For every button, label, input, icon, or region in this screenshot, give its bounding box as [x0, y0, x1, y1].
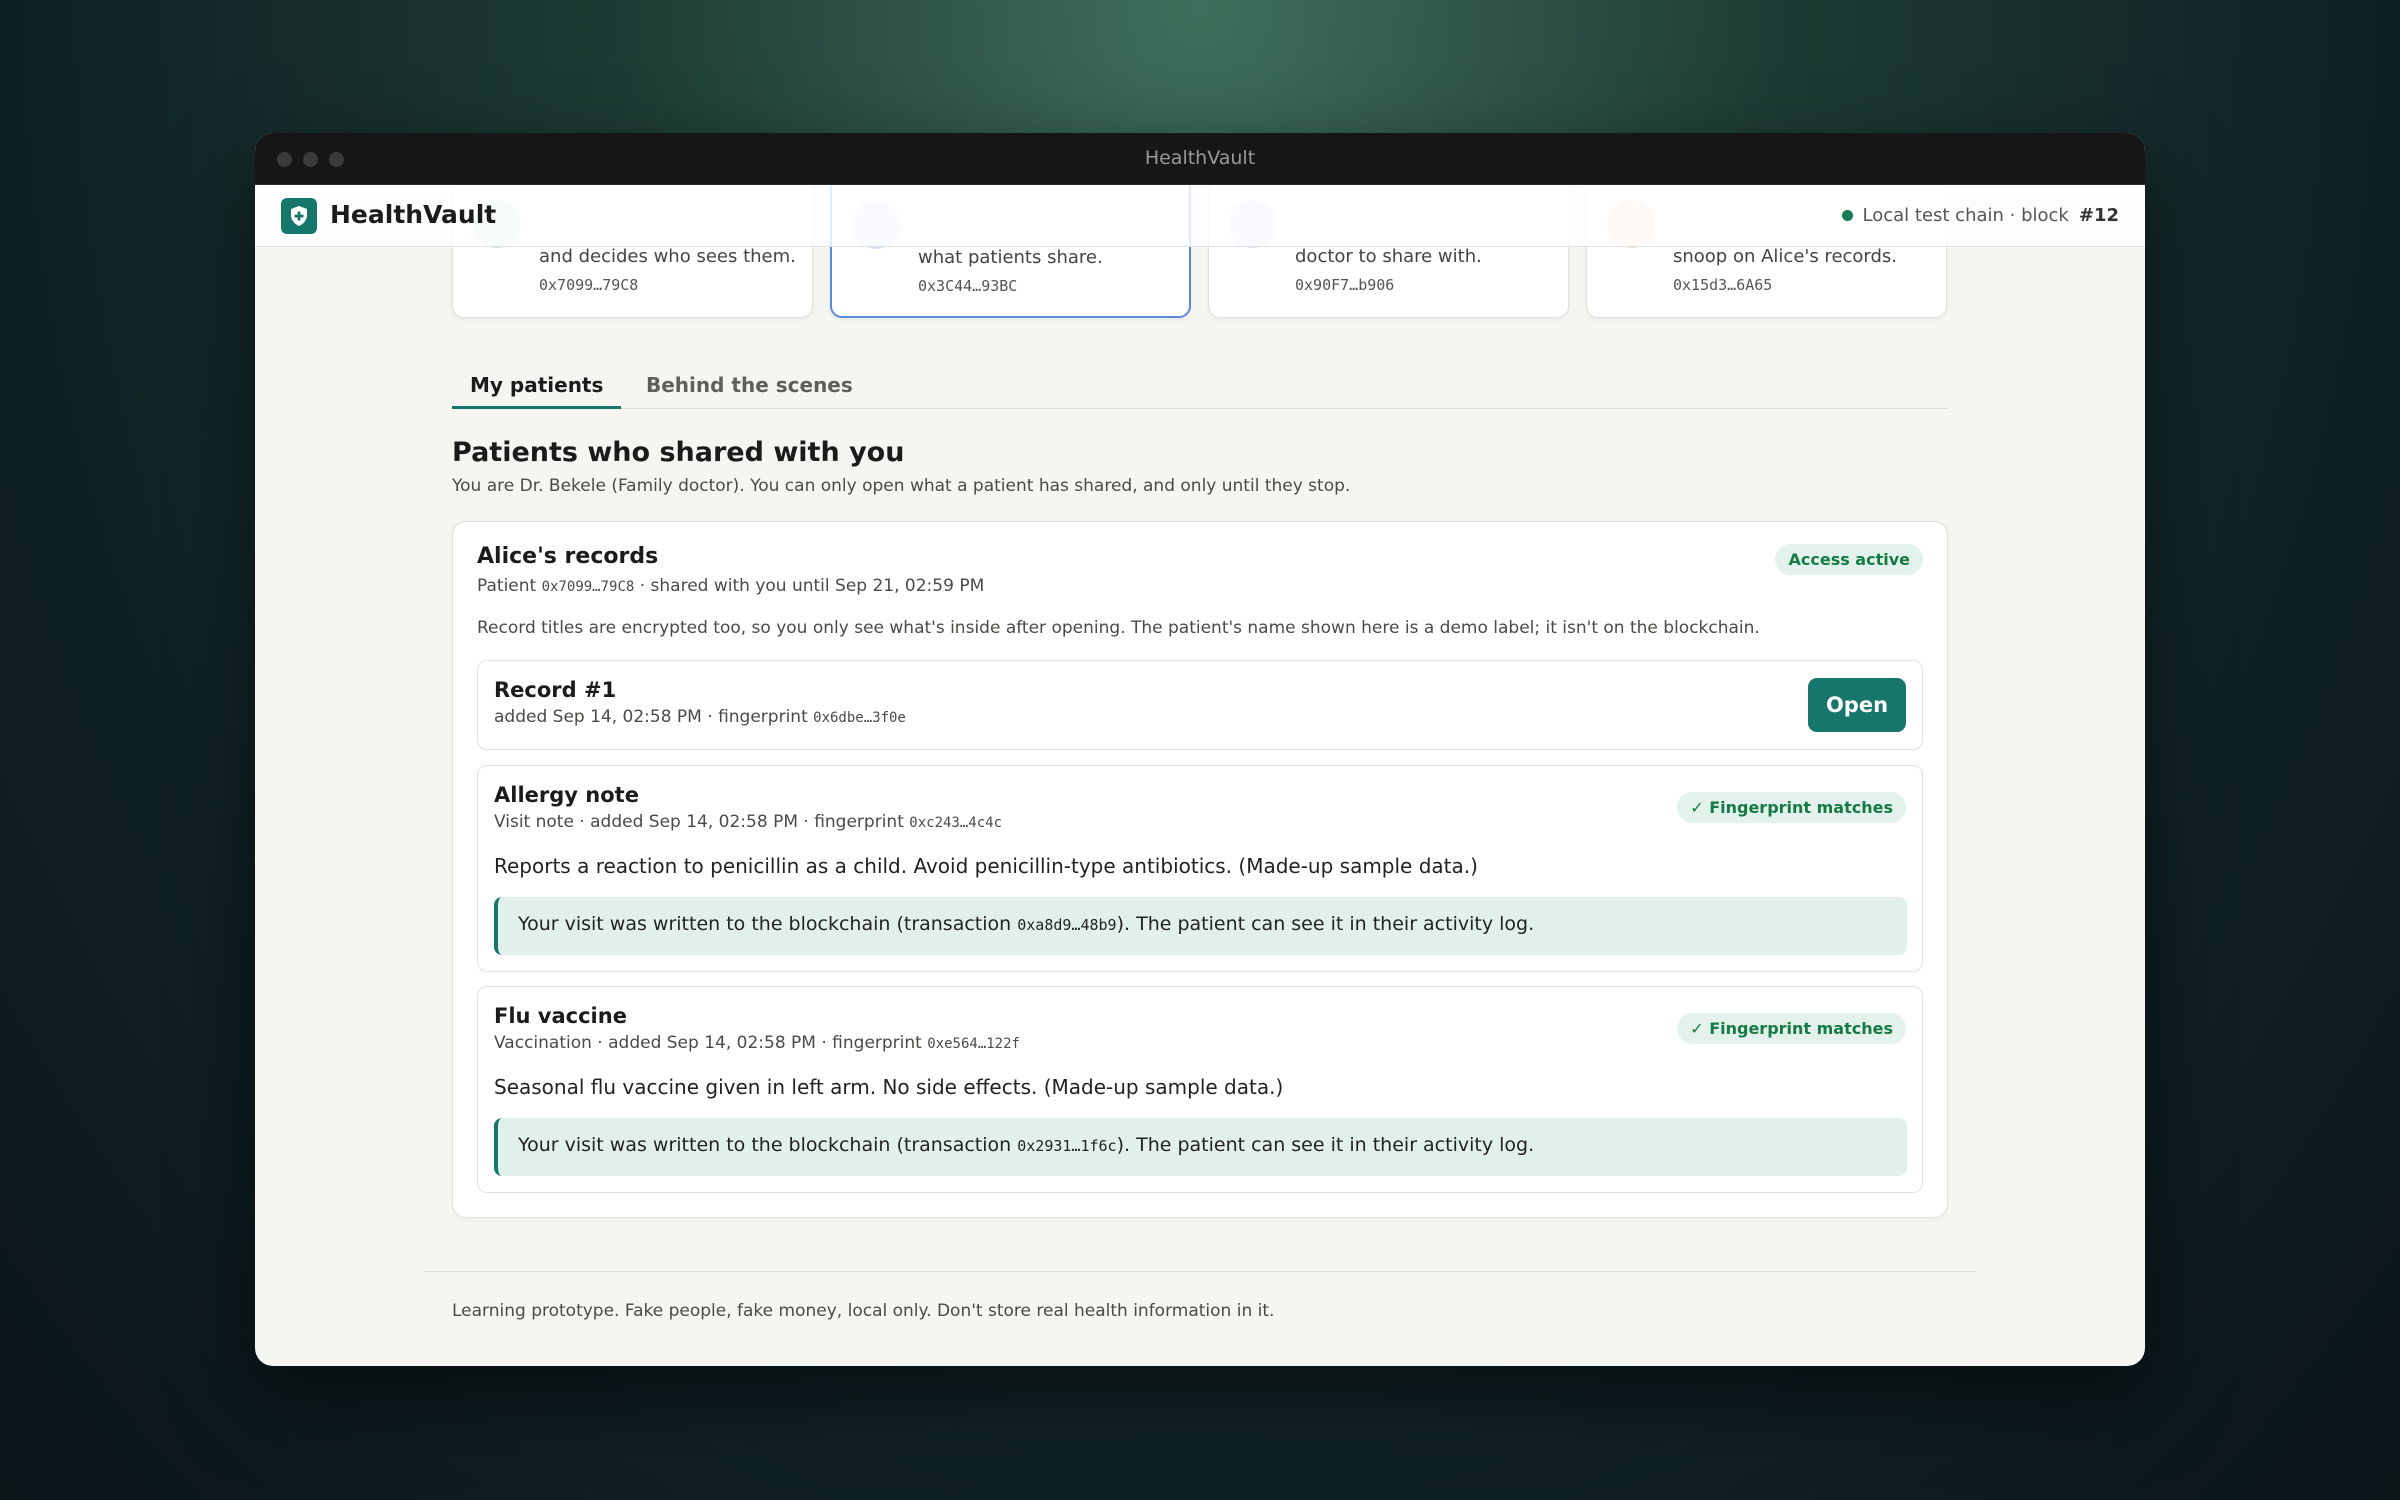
record-item-allergy-note: Allergy note Visit note · added Sep 14, … — [477, 765, 1923, 972]
role-card-description: what patients share. — [918, 247, 1103, 268]
app-header: HealthVault Local test chain · block #12 — [255, 185, 2145, 247]
role-card-description: doctor to share with. — [1295, 246, 1482, 267]
record-body: Seasonal flu vaccine given in left arm. … — [494, 1075, 1284, 1099]
record-meta: Vaccination · added Sep 14, 02:58 PM · f… — [494, 1033, 1020, 1053]
record-title: Allergy note — [494, 783, 639, 807]
patient-address: 0x7099…79C8 — [541, 579, 635, 595]
patient-meta-prefix: Patient — [477, 576, 537, 596]
block-number: #12 — [2078, 205, 2119, 226]
app-content[interactable]: and decides who sees them. 0x7099…79C8 w… — [255, 185, 2145, 1366]
tx-prefix: Your visit was written to the blockchain… — [518, 1134, 1012, 1156]
record-meta-text: Vaccination · added Sep 14, 02:58 PM · f… — [494, 1033, 922, 1053]
access-status-badge: Access active — [1775, 544, 1923, 575]
patient-meta: Patient 0x7099…79C8 · shared with you un… — [477, 576, 984, 596]
role-card-description: and decides who sees them. — [539, 246, 796, 267]
record-body: Reports a reaction to penicillin as a ch… — [494, 854, 1478, 878]
footer-divider — [425, 1271, 1975, 1272]
record-item-flu-vaccine: Flu vaccine Vaccination · added Sep 14, … — [477, 986, 1923, 1193]
page-subtitle: You are Dr. Bekele (Family doctor). You … — [452, 476, 1351, 496]
tab-bar: My patients Behind the scenes — [452, 359, 1948, 409]
transaction-hash: 0x2931…1f6c — [1017, 1137, 1117, 1155]
tx-suffix: ). The patient can see it in their activ… — [1116, 913, 1535, 935]
app-window: HealthVault and decides who sees them. 0… — [255, 133, 2145, 1366]
role-card-address: 0x90F7…b906 — [1295, 276, 1395, 294]
record-title: Flu vaccine — [494, 1004, 627, 1028]
record-meta: added Sep 14, 02:58 PM · fingerprint 0x6… — [494, 707, 906, 727]
open-record-button[interactable]: Open — [1808, 678, 1906, 732]
transaction-notice: Your visit was written to the blockchain… — [494, 897, 1907, 955]
record-meta: Visit note · added Sep 14, 02:58 PM · fi… — [494, 812, 1002, 832]
record-meta-text: added Sep 14, 02:58 PM · fingerprint — [494, 707, 808, 727]
role-card-address: 0x15d3…6A65 — [1673, 276, 1773, 294]
role-card-address: 0x7099…79C8 — [539, 276, 639, 294]
window-titlebar: HealthVault — [255, 133, 2145, 185]
record-meta-text: Visit note · added Sep 14, 02:58 PM · fi… — [494, 812, 904, 832]
footer-text: Learning prototype. Fake people, fake mo… — [452, 1301, 1275, 1321]
record-fingerprint: 0xc243…4c4c — [909, 815, 1002, 831]
tx-suffix: ). The patient can see it in their activ… — [1116, 1134, 1535, 1156]
patient-panel: Alice's records Patient 0x7099…79C8 · sh… — [452, 521, 1948, 1218]
window-title: HealthVault — [1144, 147, 1256, 169]
app-name: HealthVault — [330, 200, 497, 229]
patient-note: Record titles are encrypted too, so you … — [477, 618, 1760, 638]
role-card-address: 0x3C44…93BC — [918, 277, 1018, 295]
record-fingerprint: 0x6dbe…3f0e — [813, 710, 906, 726]
tab-behind-the-scenes[interactable]: Behind the scenes — [628, 373, 871, 409]
transaction-hash: 0xa8d9…48b9 — [1017, 916, 1117, 934]
tab-my-patients[interactable]: My patients — [452, 373, 622, 409]
page-title: Patients who shared with you — [452, 437, 905, 468]
fingerprint-match-badge: ✓ Fingerprint matches — [1677, 792, 1906, 823]
patient-title: Alice's records — [477, 544, 659, 569]
record-title: Record #1 — [494, 678, 617, 702]
shield-plus-icon — [281, 198, 317, 234]
fingerprint-match-badge: ✓ Fingerprint matches — [1677, 1013, 1906, 1044]
record-item-locked: Record #1 added Sep 14, 02:58 PM · finge… — [477, 660, 1923, 750]
patient-meta-suffix: · shared with you until Sep 21, 02:59 PM — [639, 576, 985, 596]
chain-status: Local test chain · block #12 — [1841, 205, 2119, 226]
tx-prefix: Your visit was written to the blockchain… — [518, 913, 1012, 935]
chain-label: Local test chain · block — [1862, 205, 2069, 226]
role-card-description: snoop on Alice's records. — [1673, 246, 1898, 267]
transaction-notice: Your visit was written to the blockchain… — [494, 1118, 1907, 1176]
record-fingerprint: 0xe564…122f — [927, 1036, 1020, 1052]
status-dot-icon — [1841, 210, 1853, 221]
